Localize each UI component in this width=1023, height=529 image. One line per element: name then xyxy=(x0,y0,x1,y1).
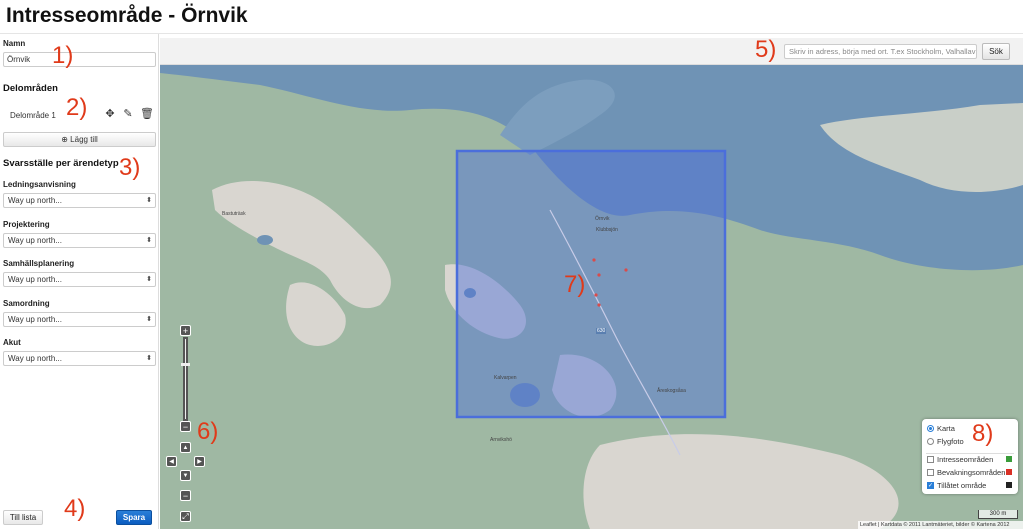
page-title: Intresseområde - Örnvik xyxy=(6,4,248,27)
zoom-slider[interactable] xyxy=(180,337,191,421)
select-projektering[interactable]: Way up north... ⬍ xyxy=(3,233,156,248)
layer-label: Intresseområden xyxy=(937,455,994,464)
subarea-item: Delområde 1 xyxy=(10,111,56,120)
add-subarea-button[interactable]: ⊕ Lägg till xyxy=(3,132,156,147)
layer-label: Karta xyxy=(937,424,955,433)
field-label-samordning: Samordning xyxy=(3,299,50,308)
select-value: Way up north... xyxy=(8,236,62,245)
search-button[interactable]: Sök xyxy=(982,43,1010,60)
select-value: Way up north... xyxy=(8,275,62,284)
annotation-4: 4) xyxy=(64,495,86,522)
response-heading: Svarsställe per ärendetyp xyxy=(3,158,119,169)
checkbox-icon[interactable] xyxy=(927,456,934,463)
select-akut[interactable]: Way up north... ⬍ xyxy=(3,351,156,366)
plus-circle-icon: ⊕ xyxy=(61,135,68,144)
layer-bevakningsomraden[interactable]: Bevakningsområden xyxy=(927,468,1005,477)
legend-swatch xyxy=(1006,456,1012,462)
subarea-actions: ✥ ✎ 🗑 xyxy=(104,107,154,120)
checkbox-icon[interactable]: ✓ xyxy=(927,482,934,489)
map-attribution: Leaflet | Kartdata © 2011 Lantmäteriet, … xyxy=(858,521,1023,529)
back-to-list-button[interactable]: Till lista xyxy=(3,510,43,525)
map-canvas[interactable] xyxy=(160,65,1023,529)
zoom-out-button[interactable]: − xyxy=(180,421,191,432)
layer-switcher: Karta Flygfoto Intresseområden Bevakning… xyxy=(922,419,1018,494)
save-button[interactable]: Spara xyxy=(116,510,152,525)
place-label: Örnvik xyxy=(595,216,610,222)
scale-bar: 300 m xyxy=(978,510,1018,519)
field-label-ledningsanvisning: Ledningsanvisning xyxy=(3,180,76,189)
place-label: Kalvarpen xyxy=(494,375,517,381)
annotation-3: 3) xyxy=(119,154,141,181)
zoom-in-button[interactable]: + xyxy=(180,325,191,336)
select-arrows-icon: ⬍ xyxy=(146,355,152,362)
place-label: Arnvikshö xyxy=(490,437,512,443)
annotation-8: 8) xyxy=(972,420,994,447)
layer-tillatet-omrade[interactable]: ✓ Tillåtet område xyxy=(927,481,986,490)
layer-intresseomraden[interactable]: Intresseområden xyxy=(927,455,993,464)
map[interactable]: Örnvik Klubbsjön Åreskogsåsa Bastuträsk … xyxy=(160,65,1023,529)
name-input[interactable]: Örnvik xyxy=(3,52,156,67)
place-label: Klubbsjön xyxy=(596,227,618,233)
place-label: Bastuträsk xyxy=(222,211,246,217)
layer-label: Tillåtet område xyxy=(937,481,987,490)
annotation-1: 1) xyxy=(52,42,74,69)
road-number-label: 630 xyxy=(596,328,607,334)
place-label: Åreskogsåsa xyxy=(657,388,686,394)
radio-icon[interactable] xyxy=(927,438,934,445)
layer-karta[interactable]: Karta xyxy=(927,424,955,433)
pan-left-button[interactable]: ◀ xyxy=(166,456,177,467)
annotation-7: 7) xyxy=(564,271,586,298)
select-arrows-icon: ⬍ xyxy=(146,316,152,323)
select-value: Way up north... xyxy=(8,354,62,363)
annotation-5: 5) xyxy=(755,36,777,63)
move-icon[interactable]: ✥ xyxy=(104,107,116,120)
app: Intresseområde - Örnvik Namn Örnvik Delo… xyxy=(0,0,1023,529)
legend-swatch xyxy=(1006,482,1012,488)
select-value: Way up north... xyxy=(8,196,62,205)
select-samordning[interactable]: Way up north... ⬍ xyxy=(3,312,156,327)
layer-flygfoto[interactable]: Flygfoto xyxy=(927,437,964,446)
fullscreen-icon[interactable]: ⤢ xyxy=(180,511,191,522)
address-search-bar: Skriv in adress, börja med ort. T.ex Sto… xyxy=(160,38,1023,65)
zoom-minus-small-button[interactable]: − xyxy=(180,490,191,501)
edit-icon[interactable]: ✎ xyxy=(122,107,134,120)
annotation-6: 6) xyxy=(197,418,219,445)
add-subarea-label: Lägg till xyxy=(70,135,98,144)
field-label-akut: Akut xyxy=(3,338,21,347)
select-ledningsanvisning[interactable]: Way up north... ⬍ xyxy=(3,193,156,208)
legend-swatch xyxy=(1006,469,1012,475)
layer-divider xyxy=(926,453,1014,454)
select-arrows-icon: ⬍ xyxy=(146,276,152,283)
pan-right-button[interactable]: ▶ xyxy=(194,456,205,467)
layer-label: Bevakningsområden xyxy=(937,468,1006,477)
subareas-heading: Delområden xyxy=(3,83,58,94)
annotation-2: 2) xyxy=(66,94,88,121)
address-search-input[interactable]: Skriv in adress, börja med ort. T.ex Sto… xyxy=(784,44,977,59)
name-label: Namn xyxy=(3,39,26,48)
field-label-projektering: Projektering xyxy=(3,220,50,229)
select-samhallsplanering[interactable]: Way up north... ⬍ xyxy=(3,272,156,287)
radio-icon[interactable] xyxy=(927,425,934,432)
trash-icon[interactable]: 🗑 xyxy=(140,107,154,120)
layer-label: Flygfoto xyxy=(937,437,964,446)
pan-down-button[interactable]: ▼ xyxy=(180,470,191,481)
select-arrows-icon: ⬍ xyxy=(146,197,152,204)
checkbox-icon[interactable] xyxy=(927,469,934,476)
select-arrows-icon: ⬍ xyxy=(146,237,152,244)
pan-up-button[interactable]: ▲ xyxy=(180,442,191,453)
field-label-samhallsplanering: Samhällsplanering xyxy=(3,259,75,268)
select-value: Way up north... xyxy=(8,315,62,324)
